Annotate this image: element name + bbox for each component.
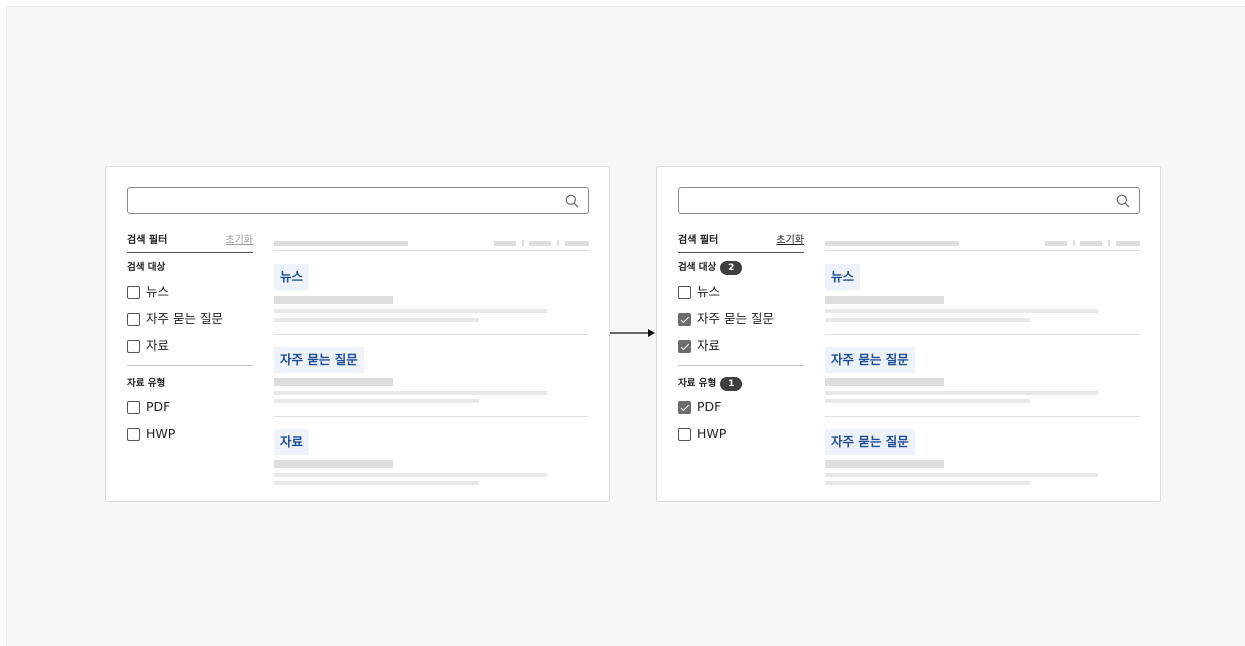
checkbox[interactable] <box>127 427 140 441</box>
arrow-right-icon <box>610 329 655 337</box>
search-icon[interactable] <box>564 193 580 209</box>
checkbox-checked[interactable] <box>678 339 691 353</box>
placeholder-bar <box>825 378 944 386</box>
checkbox-checked[interactable] <box>678 312 691 326</box>
divider <box>825 250 1140 251</box>
placeholder-bar <box>825 296 944 304</box>
option-faq[interactable]: 자주 묻는 질문 <box>678 311 774 327</box>
placeholder-bar <box>825 309 1098 313</box>
placeholder-bar <box>274 318 479 322</box>
separator <box>557 240 559 246</box>
group-title-type: 자료 유형 <box>127 378 166 389</box>
reset-link[interactable]: 초기화 <box>776 231 804 246</box>
canvas: 검색 필터 초기화 검색 대상 뉴스 자주 묻는 질문 자료 자료 유형 PDF… <box>6 6 1245 646</box>
placeholder-bar <box>825 318 1030 322</box>
placeholder-bar <box>274 378 393 386</box>
search-filter: 검색 필터 초기화 검색 대상 뉴스 자주 묻는 질문 자료 자료 유형 PDF… <box>127 229 253 441</box>
sort-option-placeholder[interactable] <box>565 241 589 246</box>
sort-option-placeholder[interactable] <box>494 241 516 246</box>
filter-title: 검색 필터 <box>127 235 168 246</box>
divider <box>274 416 589 417</box>
placeholder-bar <box>825 460 944 468</box>
placeholder-bar <box>274 296 393 304</box>
panel-after: 검색 필터 초기화 검색 대상 2 뉴스 자주 묻는 질문 자료 자료 유형 1… <box>656 166 1161 502</box>
placeholder-bar <box>274 309 547 313</box>
placeholder-bar <box>274 473 547 477</box>
checkbox[interactable] <box>127 285 140 299</box>
checkbox[interactable] <box>678 427 691 441</box>
sort-option-placeholder[interactable] <box>1080 241 1102 246</box>
search-input[interactable] <box>678 187 1140 214</box>
reset-link[interactable]: 초기화 <box>225 231 253 246</box>
option-news[interactable]: 뉴스 <box>678 284 720 300</box>
filter-header: 검색 필터 초기화 <box>678 229 804 253</box>
group-title-type: 자료 유형 1 <box>678 376 743 392</box>
placeholder-bar <box>825 241 959 246</box>
result-category-tag[interactable]: 자료 <box>274 429 310 455</box>
divider <box>825 416 1140 417</box>
placeholder-bar <box>825 473 1098 477</box>
sort-option-placeholder[interactable] <box>1116 241 1140 246</box>
group-title-target: 검색 대상 <box>127 262 166 273</box>
option-news[interactable]: 뉴스 <box>127 284 169 300</box>
placeholder-bar <box>825 399 1030 403</box>
placeholder-bar <box>274 391 547 395</box>
checkbox[interactable] <box>127 339 140 353</box>
search-icon[interactable] <box>1115 193 1131 209</box>
placeholder-bar <box>825 481 1030 485</box>
group-title-target: 검색 대상 2 <box>678 260 743 276</box>
filter-title: 검색 필터 <box>678 235 719 246</box>
count-badge: 1 <box>720 377 743 391</box>
separator <box>522 240 524 246</box>
option-pdf[interactable]: PDF <box>127 399 170 415</box>
option-faq[interactable]: 자주 묻는 질문 <box>127 311 223 327</box>
search-input[interactable] <box>127 187 589 214</box>
option-materials[interactable]: 자료 <box>127 338 169 354</box>
separator <box>1108 240 1110 246</box>
divider <box>274 334 589 335</box>
placeholder-bar <box>274 399 479 403</box>
placeholder-bar <box>274 460 393 468</box>
checkbox-checked[interactable] <box>678 400 691 414</box>
search-filter: 검색 필터 초기화 검색 대상 2 뉴스 자주 묻는 질문 자료 자료 유형 1… <box>678 229 804 441</box>
divider <box>274 250 589 251</box>
divider <box>127 365 253 366</box>
panel-before: 검색 필터 초기화 검색 대상 뉴스 자주 묻는 질문 자료 자료 유형 PDF… <box>105 166 610 502</box>
result-category-tag[interactable]: 뉴스 <box>825 264 861 290</box>
placeholder-bar <box>825 391 1098 395</box>
option-pdf[interactable]: PDF <box>678 399 721 415</box>
count-badge: 2 <box>720 261 743 275</box>
sort-option-placeholder[interactable] <box>1045 241 1067 246</box>
option-materials[interactable]: 자료 <box>678 338 720 354</box>
result-category-tag[interactable]: 자주 묻는 질문 <box>825 429 915 455</box>
separator <box>1073 240 1075 246</box>
sort-option-placeholder[interactable] <box>529 241 551 246</box>
divider <box>678 365 804 366</box>
option-hwp[interactable]: HWP <box>127 426 175 442</box>
placeholder-bar <box>274 241 408 246</box>
checkbox[interactable] <box>127 312 140 326</box>
filter-header: 검색 필터 초기화 <box>127 229 253 253</box>
checkbox[interactable] <box>127 400 140 414</box>
result-category-tag[interactable]: 자주 묻는 질문 <box>274 347 364 373</box>
result-category-tag[interactable]: 자주 묻는 질문 <box>825 347 915 373</box>
option-hwp[interactable]: HWP <box>678 426 726 442</box>
result-category-tag[interactable]: 뉴스 <box>274 264 310 290</box>
divider <box>825 334 1140 335</box>
checkbox[interactable] <box>678 285 691 299</box>
placeholder-bar <box>274 481 479 485</box>
